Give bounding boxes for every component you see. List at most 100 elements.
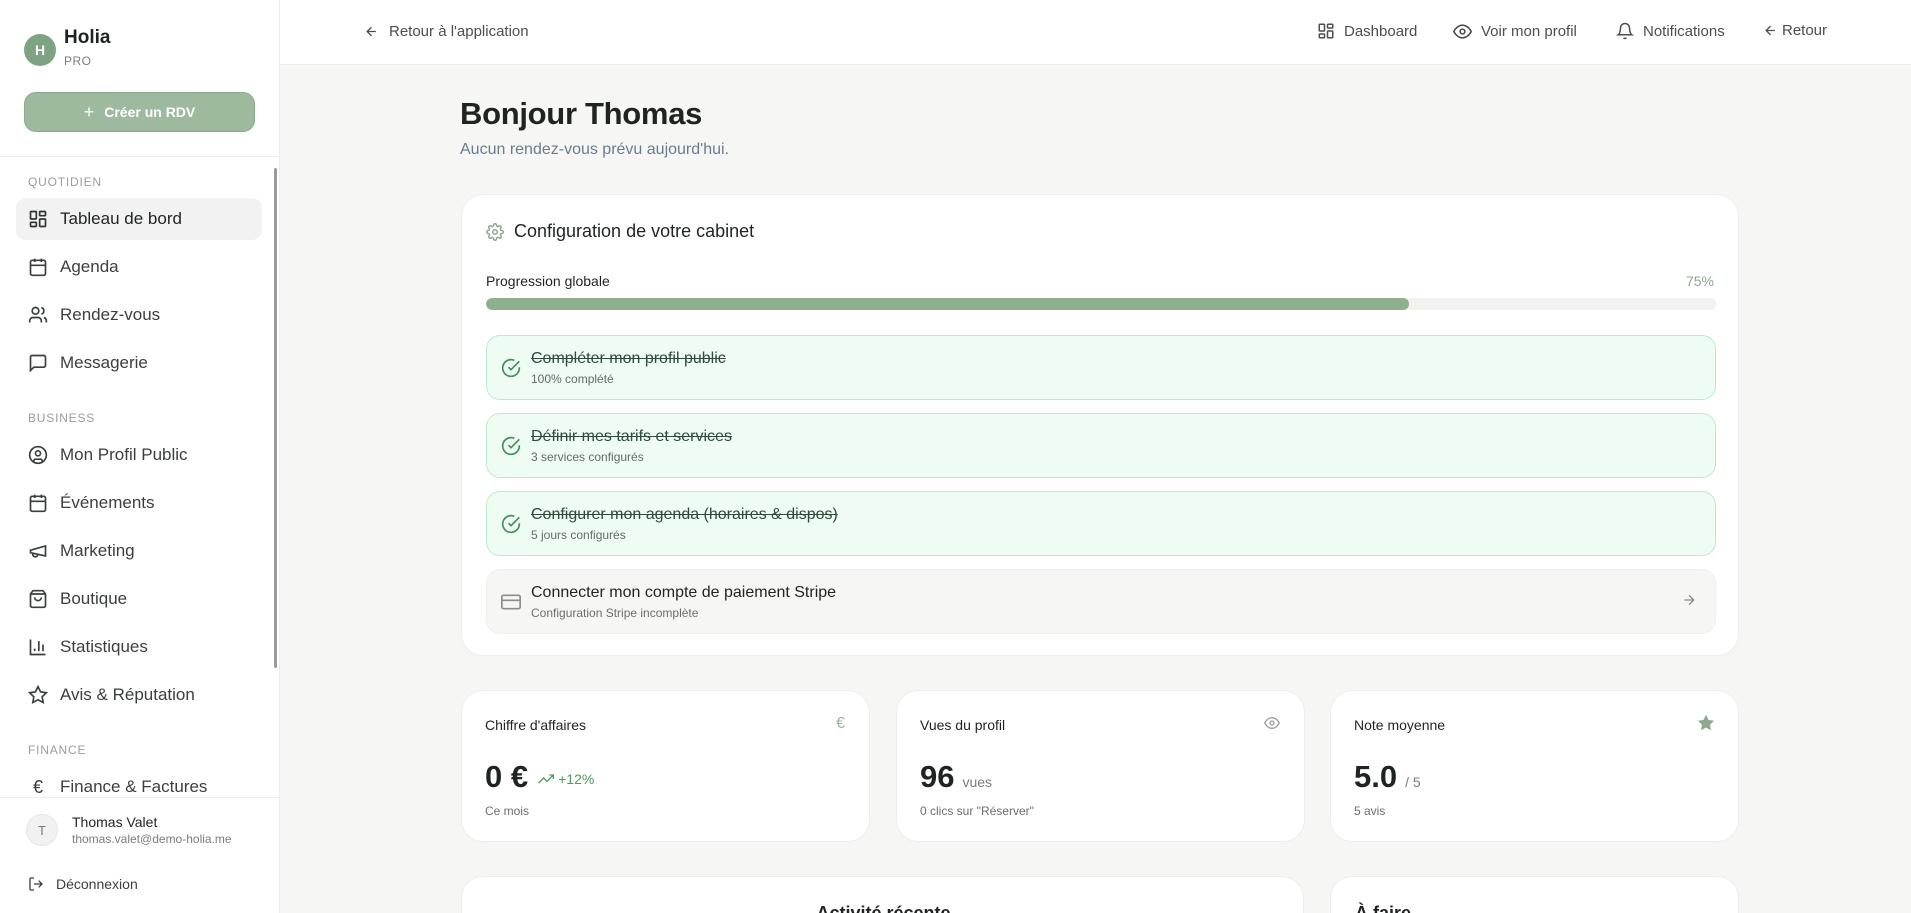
stat-label: Chiffre d'affaires xyxy=(485,717,586,733)
progress-label: Progression globale xyxy=(486,273,610,289)
task-title: Compléter mon profil public xyxy=(531,349,726,367)
sidebar-item-label: Rendez-vous xyxy=(60,305,161,324)
todo-title: À faire xyxy=(1355,903,1412,913)
sidebar-nav[interactable]: QUOTIDIEN Tableau de bord Agenda Rendez-… xyxy=(0,157,280,797)
sidebar-item-shop[interactable]: Boutique xyxy=(16,578,262,620)
gear-icon xyxy=(486,222,504,241)
sidebar-item-public-profile[interactable]: Mon Profil Public xyxy=(16,434,262,476)
shopping-bag-icon xyxy=(28,589,48,609)
revenue-card: Chiffre d'affaires € 0 € +12% Ce mois xyxy=(461,690,870,842)
stat-unit: / 5 xyxy=(1405,774,1421,790)
recent-activity-card: Activité récente xyxy=(461,876,1304,913)
dashboard-icon xyxy=(28,209,48,229)
page-title: Bonjour Thomas xyxy=(460,96,703,131)
task-subtitle: 3 services configurés xyxy=(531,449,644,464)
eye-icon xyxy=(1453,22,1472,41)
profile-views-card: Vues du profil 96 vues 0 clics sur "Rése… xyxy=(896,690,1305,842)
create-appointment-button[interactable]: + Créer un RDV xyxy=(24,92,255,132)
notifications-link[interactable]: Notifications xyxy=(1616,22,1725,40)
todo-card: À faire xyxy=(1330,876,1739,913)
megaphone-icon xyxy=(28,541,48,561)
progress-percent: 75% xyxy=(1685,273,1714,289)
setup-card-title: Configuration de votre cabinet xyxy=(486,221,754,242)
brand-plan-badge: PRO xyxy=(64,54,92,68)
task-stripe[interactable]: Connecter mon compte de paiement Stripe … xyxy=(486,569,1716,634)
credit-card-icon xyxy=(501,592,521,612)
sidebar-item-finance[interactable]: € Finance & Factures xyxy=(16,766,262,797)
progress-bar xyxy=(486,298,1716,310)
section-label-business: BUSINESS xyxy=(28,411,96,425)
sidebar-item-label: Tableau de bord xyxy=(60,209,182,228)
dashboard-icon xyxy=(1317,22,1335,40)
sidebar-item-label: Avis & Réputation xyxy=(60,685,195,704)
stat-footnote: 0 clics sur "Réserver" xyxy=(920,804,1034,818)
back-to-app-link[interactable]: Retour à l'application xyxy=(364,23,529,40)
stat-value: 96 xyxy=(920,759,955,794)
arrow-right-icon xyxy=(1681,592,1697,608)
check-circle-icon xyxy=(501,436,521,456)
avatar: T xyxy=(26,814,58,846)
sidebar-item-label: Marketing xyxy=(60,541,135,560)
stat-label: Note moyenne xyxy=(1354,717,1446,733)
dashboard-link-label: Dashboard xyxy=(1344,22,1418,40)
check-circle-icon xyxy=(501,514,521,534)
trend-badge: +12% xyxy=(538,771,594,787)
star-filled-icon xyxy=(1698,715,1714,731)
sidebar-bottom-divider xyxy=(0,797,280,798)
task-pricing[interactable]: Définir mes tarifs et services 3 service… xyxy=(486,413,1716,478)
message-icon xyxy=(28,353,48,373)
back-link[interactable]: Retour xyxy=(1763,22,1827,39)
stat-footnote: Ce mois xyxy=(485,804,530,818)
notifications-label: Notifications xyxy=(1643,22,1725,40)
stat-value: 5.0 xyxy=(1354,759,1398,794)
euro-icon: € xyxy=(32,776,43,797)
stat-label: Vues du profil xyxy=(920,717,1006,733)
sidebar-item-agenda[interactable]: Agenda xyxy=(16,246,262,288)
view-profile-label: Voir mon profil xyxy=(1481,23,1577,40)
sidebar-item-label: Mon Profil Public xyxy=(60,445,188,464)
sidebar-item-appointments[interactable]: Rendez-vous xyxy=(16,294,262,336)
user-name: Thomas Valet xyxy=(72,814,158,830)
star-icon xyxy=(28,685,48,705)
task-agenda[interactable]: Configurer mon agenda (horaires & dispos… xyxy=(486,491,1716,556)
brand-name: Holia xyxy=(64,27,111,48)
task-public-profile[interactable]: Compléter mon profil public 100% complét… xyxy=(486,335,1716,400)
top-bar: Retour à l'application Dashboard Voir mo… xyxy=(280,0,1911,65)
eye-icon xyxy=(1264,715,1280,731)
rating-card: Note moyenne 5.0 / 5 5 avis xyxy=(1330,690,1739,842)
sidebar-item-label: Finance & Factures xyxy=(60,777,208,796)
sidebar-item-reviews[interactable]: Avis & Réputation xyxy=(16,674,262,716)
back-label: Retour xyxy=(1782,22,1828,39)
sidebar-item-dashboard[interactable]: Tableau de bord xyxy=(16,198,262,240)
logout-button[interactable]: Déconnexion xyxy=(28,876,138,892)
sidebar-item-label: Boutique xyxy=(60,589,128,608)
stat-footnote: 5 avis xyxy=(1354,804,1386,818)
arrow-left-icon xyxy=(1763,23,1778,38)
stat-unit: vues xyxy=(962,774,993,790)
sidebar-item-statistics[interactable]: Statistiques xyxy=(16,626,262,668)
calendar-days-icon xyxy=(28,493,48,513)
brand[interactable]: H Holia PRO xyxy=(24,26,110,68)
task-subtitle: Configuration Stripe incomplète xyxy=(531,605,699,620)
dashboard-link[interactable]: Dashboard xyxy=(1317,22,1417,40)
sidebar-item-marketing[interactable]: Marketing xyxy=(16,530,262,572)
euro-icon: € xyxy=(836,715,845,732)
back-to-app-label: Retour à l'application xyxy=(389,23,529,40)
sidebar-item-label: Événements xyxy=(60,493,155,512)
setup-card-title-text: Configuration de votre cabinet xyxy=(514,221,755,241)
arrow-left-icon xyxy=(364,24,379,39)
setup-card: Configuration de votre cabinet Progressi… xyxy=(461,194,1739,656)
sidebar-item-messages[interactable]: Messagerie xyxy=(16,342,262,384)
progress-bar-fill xyxy=(486,298,1409,310)
task-subtitle: 100% complété xyxy=(531,371,614,386)
sidebar: H Holia PRO + Créer un RDV QUOTIDIEN Tab… xyxy=(0,0,280,913)
section-label-daily: QUOTIDIEN xyxy=(28,175,102,189)
user-card[interactable]: T Thomas Valet thomas.valet@demo-holia.m… xyxy=(26,814,232,846)
create-appointment-label: Créer un RDV xyxy=(104,104,196,120)
sidebar-scrollbar[interactable] xyxy=(274,168,277,668)
trend-value: +12% xyxy=(558,771,595,787)
view-profile-link[interactable]: Voir mon profil xyxy=(1453,22,1577,41)
brand-logo: H xyxy=(24,34,56,66)
sidebar-item-label: Agenda xyxy=(60,257,119,276)
sidebar-item-events[interactable]: Événements xyxy=(16,482,262,524)
